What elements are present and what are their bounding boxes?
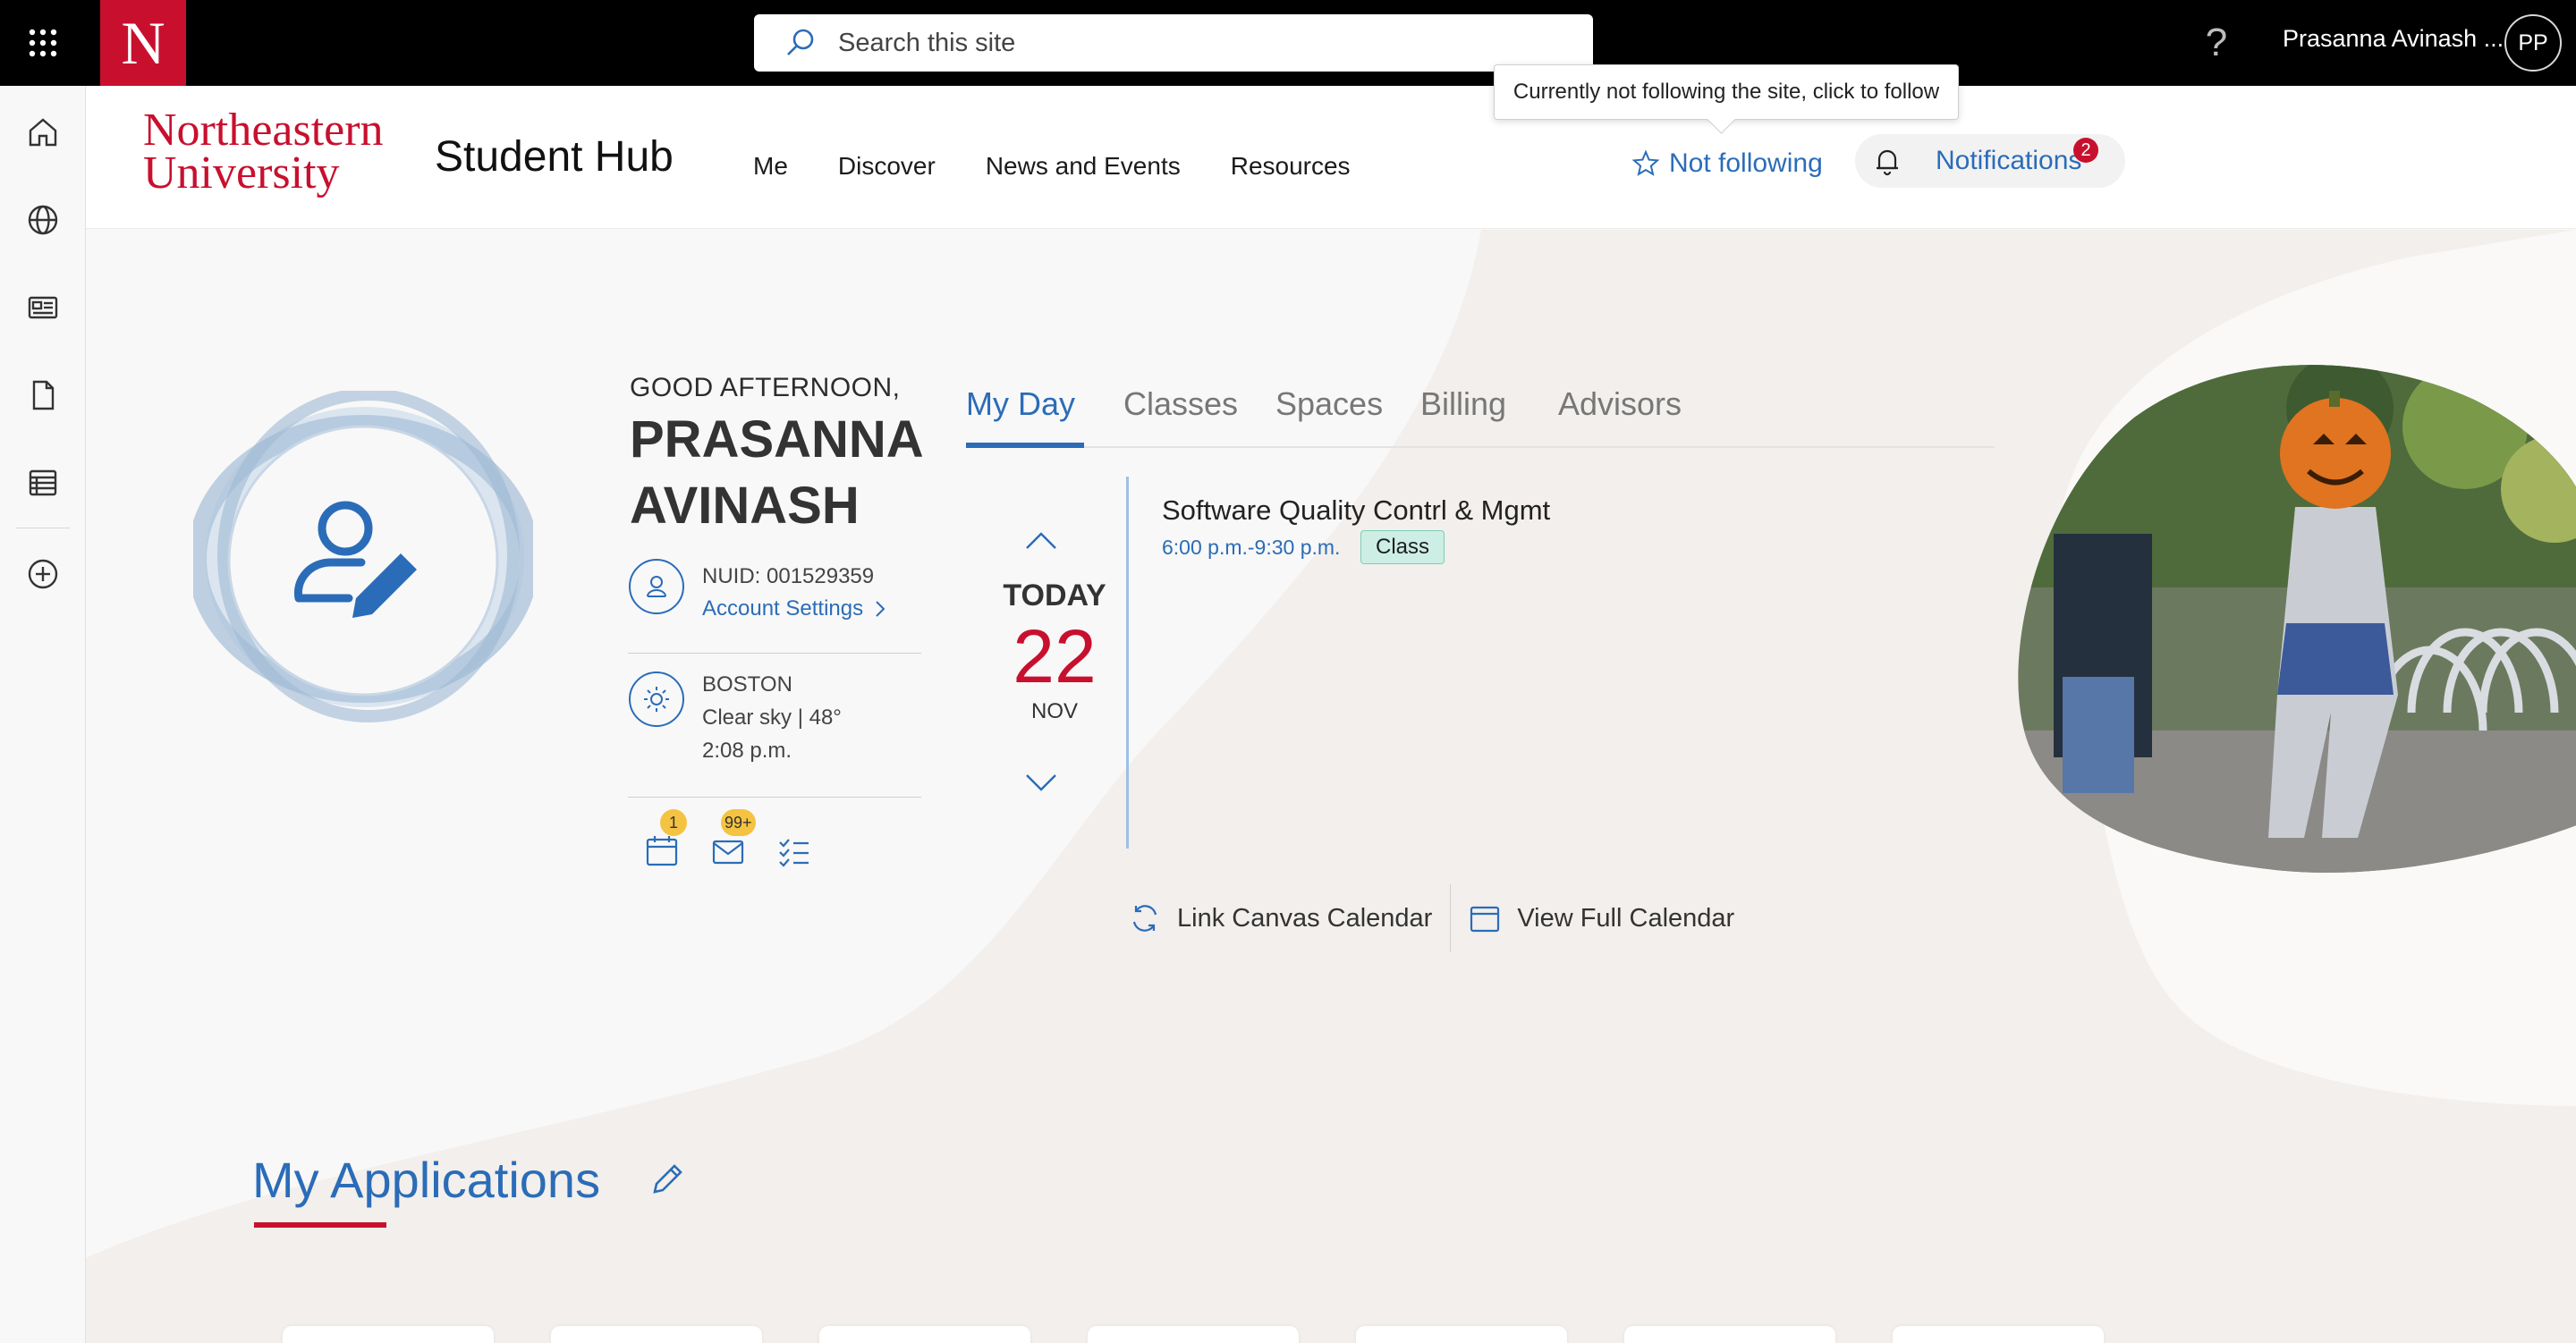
event-type-badge: Class	[1360, 530, 1445, 564]
tab-spaces[interactable]: Spaces	[1275, 385, 1383, 423]
month-label: NOV	[1030, 699, 1078, 723]
link-canvas-label: Link Canvas Calendar	[1177, 903, 1433, 933]
notifications-button[interactable]: Notifications 2	[1855, 134, 2125, 188]
follow-label: Not following	[1669, 148, 1823, 178]
northeastern-logo[interactable]: N	[100, 0, 186, 86]
tab-advisors[interactable]: Advisors	[1558, 385, 1682, 423]
follow-tooltip: Currently not following the site, click …	[1494, 64, 1959, 120]
account-settings-link[interactable]: Account Settings	[702, 596, 886, 621]
notifications-count-badge: 2	[2073, 138, 2098, 163]
nuid: NUID: 001529359	[702, 564, 875, 588]
application-card[interactable]	[1624, 1326, 1835, 1343]
mail-icon	[712, 840, 744, 865]
weather-city: BOSTON	[702, 672, 792, 697]
event-title[interactable]: Software Quality Contrl & Mgmt	[1162, 494, 1550, 527]
event-time: 6:00 p.m.-9:30 p.m.	[1162, 536, 1341, 559]
application-card[interactable]	[1088, 1326, 1299, 1343]
calendar-count-badge: 1	[660, 809, 687, 836]
list-icon[interactable]	[21, 461, 64, 504]
main-content: GOOD AFTERNOON, PRASANNA AVINASH NUID: 0…	[86, 230, 2576, 1343]
application-card[interactable]	[283, 1326, 494, 1343]
application-card[interactable]	[551, 1326, 762, 1343]
globe-icon[interactable]	[21, 198, 64, 241]
top-navigation: Me Discover News and Events Resources	[753, 152, 1351, 181]
timeline-bar	[1126, 477, 1129, 849]
search-icon	[787, 29, 814, 55]
first-name: PRASANNA	[630, 410, 924, 469]
search-input[interactable]	[836, 27, 1516, 59]
active-tab-indicator	[966, 443, 1084, 448]
profile-avatar[interactable]	[187, 388, 539, 731]
view-full-calendar-label: View Full Calendar	[1517, 903, 1735, 933]
day-number: 22	[1013, 614, 1097, 698]
mail-shortcut[interactable]: 99+	[707, 809, 756, 868]
follow-button[interactable]: Not following	[1631, 148, 1823, 179]
mail-count-badge: 99+	[721, 809, 756, 836]
calendar-shortcut[interactable]: 1	[640, 809, 687, 868]
nav-news-and-events[interactable]: News and Events	[986, 152, 1181, 181]
id-card-icon	[629, 559, 684, 614]
chevron-down-icon[interactable]	[1023, 772, 1059, 793]
pencil-icon[interactable]	[648, 1160, 687, 1199]
suite-bar: N ? Prasanna Avinash ... PP	[0, 0, 2576, 86]
star-icon	[1631, 149, 1660, 176]
app-bar	[0, 86, 86, 1343]
view-full-calendar-button[interactable]: View Full Calendar	[1469, 902, 1734, 934]
link-canvas-calendar-button[interactable]: Link Canvas Calendar	[1129, 902, 1432, 934]
site-header: Northeastern University Student Hub Me D…	[86, 86, 2576, 229]
site-title[interactable]: Student Hub	[435, 132, 674, 182]
nav-resources[interactable]: Resources	[1231, 152, 1351, 181]
account-settings-label: Account Settings	[702, 596, 864, 621]
weather-info: BOSTON Clear sky | 48° 2:08 p.m.	[702, 668, 842, 767]
my-applications-title: My Applications	[252, 1152, 601, 1208]
nav-discover[interactable]: Discover	[838, 152, 936, 181]
student-name: PRASANNA AVINASH	[630, 407, 924, 539]
notifications-label: Notifications	[1936, 146, 2082, 175]
logo-letter: N	[121, 9, 165, 77]
info-divider	[628, 653, 921, 654]
greeting: GOOD AFTERNOON,	[630, 373, 901, 402]
user-name[interactable]: Prasanna Avinash ...	[2283, 25, 2504, 53]
brand-line-1: Northeastern	[143, 105, 384, 156]
calendar-links: Link Canvas Calendar View Full Calendar	[1129, 884, 1734, 952]
tasks-shortcut[interactable]	[773, 825, 816, 868]
application-card[interactable]	[1356, 1326, 1567, 1343]
last-name: AVINASH	[630, 477, 860, 535]
application-card[interactable]	[1893, 1326, 2104, 1343]
tab-my-day[interactable]: My Day	[966, 385, 1075, 423]
local-time: 2:08 p.m.	[702, 739, 792, 763]
calendar-icon	[1470, 906, 1500, 933]
today-label: TODAY	[1003, 579, 1106, 612]
dashboard-tabs: My Day Classes Spaces Billing Advisors	[966, 385, 1995, 448]
application-card[interactable]	[819, 1326, 1030, 1343]
tab-billing[interactable]: Billing	[1420, 385, 1506, 423]
nav-me[interactable]: Me	[753, 152, 788, 181]
chevron-up-icon[interactable]	[1023, 530, 1059, 552]
add-icon[interactable]	[21, 553, 64, 595]
links-divider	[1450, 884, 1452, 952]
university-wordmark[interactable]: Northeastern University	[143, 105, 384, 198]
document-icon[interactable]	[21, 374, 64, 417]
sun-icon	[629, 672, 684, 727]
checklist-icon	[779, 839, 809, 867]
user-avatar[interactable]: PP	[2504, 14, 2562, 72]
hero-photo	[2000, 355, 2576, 874]
brand-line-2: University	[143, 148, 340, 198]
tab-classes[interactable]: Classes	[1123, 385, 1238, 423]
weather-condition: Clear sky | 48°	[702, 705, 842, 730]
sync-icon	[1132, 905, 1157, 932]
info-divider	[628, 797, 921, 798]
search-box[interactable]	[754, 14, 1593, 72]
chevron-right-icon	[876, 601, 886, 617]
bell-icon	[1877, 149, 1898, 176]
news-icon[interactable]	[21, 286, 64, 329]
app-launcher-icon[interactable]	[0, 0, 86, 86]
calendar-icon	[646, 836, 678, 866]
date-display: TODAY 22 NOV	[987, 579, 1122, 724]
title-underline	[254, 1222, 386, 1228]
help-icon[interactable]: ?	[2199, 18, 2234, 68]
home-icon[interactable]	[21, 111, 64, 154]
